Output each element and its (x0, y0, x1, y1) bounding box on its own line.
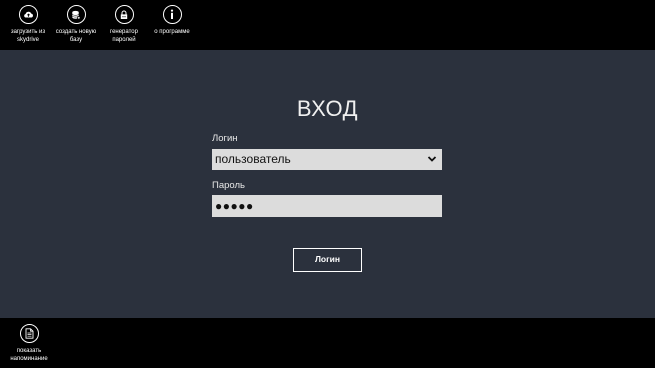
create-new-database-label: создать новую базу (55, 29, 97, 43)
password-generator-icon (114, 5, 134, 24)
login-panel: ВХОД Логин пользователь Пароль ●●●●● Лог… (0, 50, 655, 318)
password-field-value: ●●●●● (215, 199, 254, 213)
login-label: Логин (212, 133, 238, 144)
show-reminder-label: показать напоминание (10, 348, 48, 362)
cloud-upload-icon (18, 5, 38, 24)
about-label: о программе (154, 29, 190, 35)
upload-from-skydrive-label: загрузить из skydrive (10, 29, 46, 43)
upload-from-skydrive-button[interactable]: загрузить из skydrive (2, 5, 54, 44)
bottom-app-bar: показать напоминание (0, 318, 655, 368)
user-select-value: пользователь (215, 152, 291, 166)
info-icon (162, 5, 182, 24)
password-generator-button[interactable]: генератор паролей (98, 5, 150, 44)
chevron-down-icon (427, 156, 437, 162)
top-app-bar: загрузить из skydrive создать новую базу (0, 0, 655, 50)
user-select[interactable]: пользователь (212, 149, 442, 170)
create-new-database-button[interactable]: создать новую базу (50, 5, 102, 44)
show-reminder-button[interactable]: показать напоминание (3, 324, 55, 363)
app-window: загрузить из skydrive создать новую базу (0, 0, 655, 368)
password-field[interactable]: ●●●●● (212, 195, 442, 217)
login-button[interactable]: Логин (293, 248, 362, 272)
password-generator-label: генератор паролей (110, 29, 138, 43)
document-icon (19, 324, 39, 343)
password-label: Пароль (212, 180, 245, 191)
about-button[interactable]: о программе (146, 5, 198, 36)
new-database-icon (66, 5, 86, 24)
page-title: ВХОД (296, 96, 359, 121)
